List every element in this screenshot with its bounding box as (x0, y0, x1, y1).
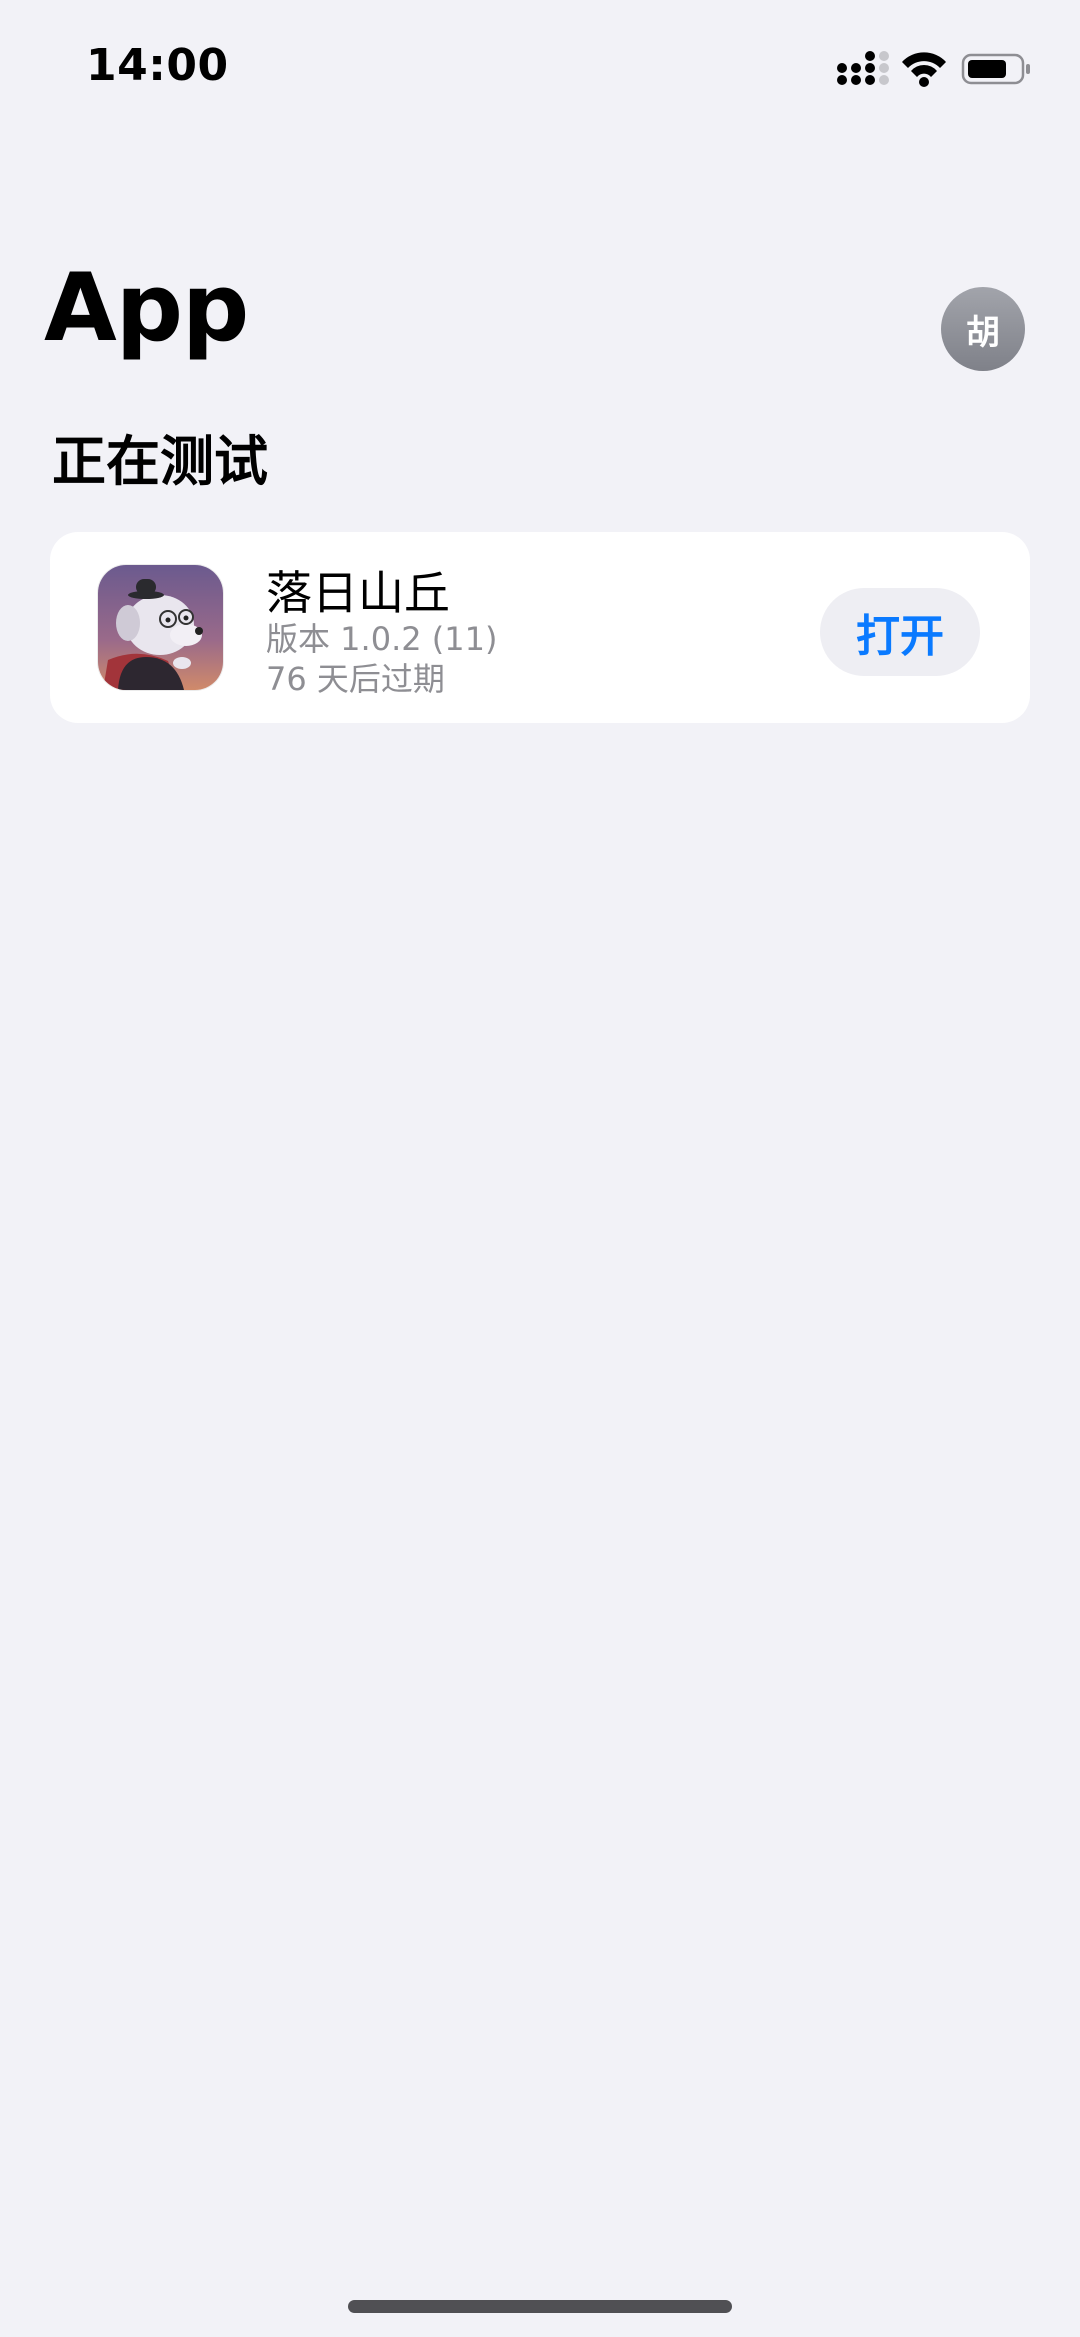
app-list-item[interactable]: 落日山丘 版本 1.0.2 (11) 76 天后过期 打开 (50, 532, 1030, 723)
app-expiry: 76 天后过期 (266, 660, 445, 698)
battery-icon (961, 53, 1030, 85)
screen: 14:00 App 胡 正在测试 落日山丘 版本 1.0.2 (11) 76 天… (0, 0, 1080, 2337)
status-time: 14:00 (86, 40, 229, 91)
app-icon (98, 565, 223, 690)
status-icons (834, 48, 1034, 88)
cellular-signal-icon (837, 51, 889, 85)
app-name: 落日山丘 (266, 566, 450, 620)
open-app-button[interactable]: 打开 (820, 588, 980, 676)
dog-illustration-icon (98, 565, 223, 690)
home-indicator[interactable] (348, 2300, 732, 2313)
account-avatar-button[interactable]: 胡 (941, 287, 1025, 371)
wifi-icon (902, 52, 946, 87)
app-version: 版本 1.0.2 (11) (266, 620, 498, 658)
avatar-initial: 胡 (966, 312, 1000, 353)
page-title: App (44, 254, 249, 363)
section-title-testing: 正在测试 (52, 430, 268, 493)
